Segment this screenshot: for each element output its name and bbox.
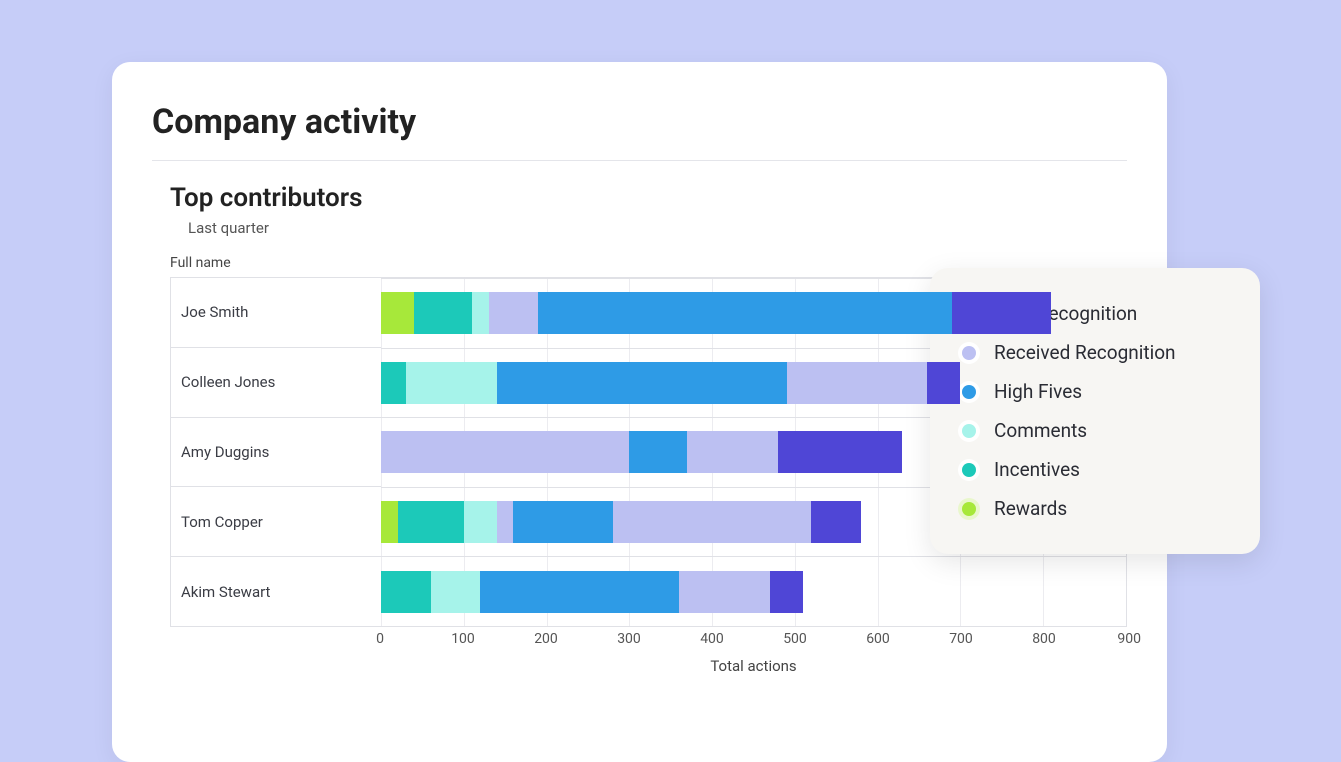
bar-segment: [497, 362, 787, 404]
xaxis-tick-label: 700: [949, 631, 973, 647]
bar-segment: [414, 292, 472, 334]
bar-stack: [381, 501, 1126, 543]
legend-swatch-ring: [958, 342, 980, 364]
bar-segment: [679, 571, 770, 613]
chart-names-column: Joe SmithColleen JonesAmy DugginsTom Cop…: [171, 278, 381, 626]
xaxis-tick-cell: 800900: [1044, 627, 1127, 651]
xaxis-tick-label: 400: [700, 631, 724, 647]
bar-segment: [952, 292, 1051, 334]
bar-segment: [381, 292, 414, 334]
bar-segment: [489, 292, 539, 334]
xaxis-tick-label: 100: [451, 631, 475, 647]
xaxis-tick-label: 900: [1117, 631, 1141, 647]
chart-bars-column: [381, 278, 1126, 626]
xaxis-ticks: 0100200300400500600700800900: [380, 627, 1127, 651]
bar-segment: [687, 431, 778, 473]
bar-stack: [381, 362, 1126, 404]
contributor-name: Tom Copper: [171, 486, 381, 556]
bar-segment: [778, 431, 902, 473]
contributor-name: Joe Smith: [171, 278, 381, 347]
legend-label: Received Recognition: [994, 341, 1176, 364]
xaxis-tick-label: 600: [866, 631, 890, 647]
xaxis-tick-label: 300: [617, 631, 641, 647]
bar-stack: [381, 431, 1126, 473]
bar-segment: [431, 571, 481, 613]
bar-segment: [464, 501, 497, 543]
bar-segment: [381, 431, 629, 473]
contributor-name: Akim Stewart: [171, 556, 381, 626]
bar-segment: [538, 292, 952, 334]
xaxis-tick-label: 0: [368, 631, 392, 647]
bar-segment: [629, 431, 687, 473]
chart-subtitle: Last quarter: [188, 219, 1127, 237]
xaxis-tick-label: 500: [783, 631, 807, 647]
bar-segment: [398, 501, 464, 543]
bar-segment: [480, 571, 679, 613]
xaxis-tick-label: 200: [534, 631, 558, 647]
xaxis-tick-label: 800: [1032, 631, 1056, 647]
bar-row: [381, 556, 1126, 626]
bar-segment: [381, 501, 398, 543]
bar-segment: [381, 571, 431, 613]
chart-plot: Joe SmithColleen JonesAmy DugginsTom Cop…: [170, 277, 1127, 627]
card-title: Company activity: [152, 102, 1127, 161]
bar-stack: [381, 571, 1126, 613]
bar-segment: [381, 362, 406, 404]
bar-segment: [613, 501, 812, 543]
legend-swatch: [962, 346, 976, 360]
bar-segment: [927, 362, 960, 404]
bar-segment: [770, 571, 803, 613]
bar-segment: [811, 501, 861, 543]
chart-title: Top contributors: [170, 183, 1127, 213]
contributor-name: Amy Duggins: [171, 417, 381, 487]
bar-segment: [513, 501, 612, 543]
xaxis-label: Total actions: [380, 657, 1127, 675]
bar-segment: [497, 501, 514, 543]
bar-segment: [787, 362, 928, 404]
bar-stack: [381, 292, 1126, 334]
contributor-name: Colleen Jones: [171, 347, 381, 417]
bar-segment: [406, 362, 497, 404]
bar-segment: [472, 292, 489, 334]
